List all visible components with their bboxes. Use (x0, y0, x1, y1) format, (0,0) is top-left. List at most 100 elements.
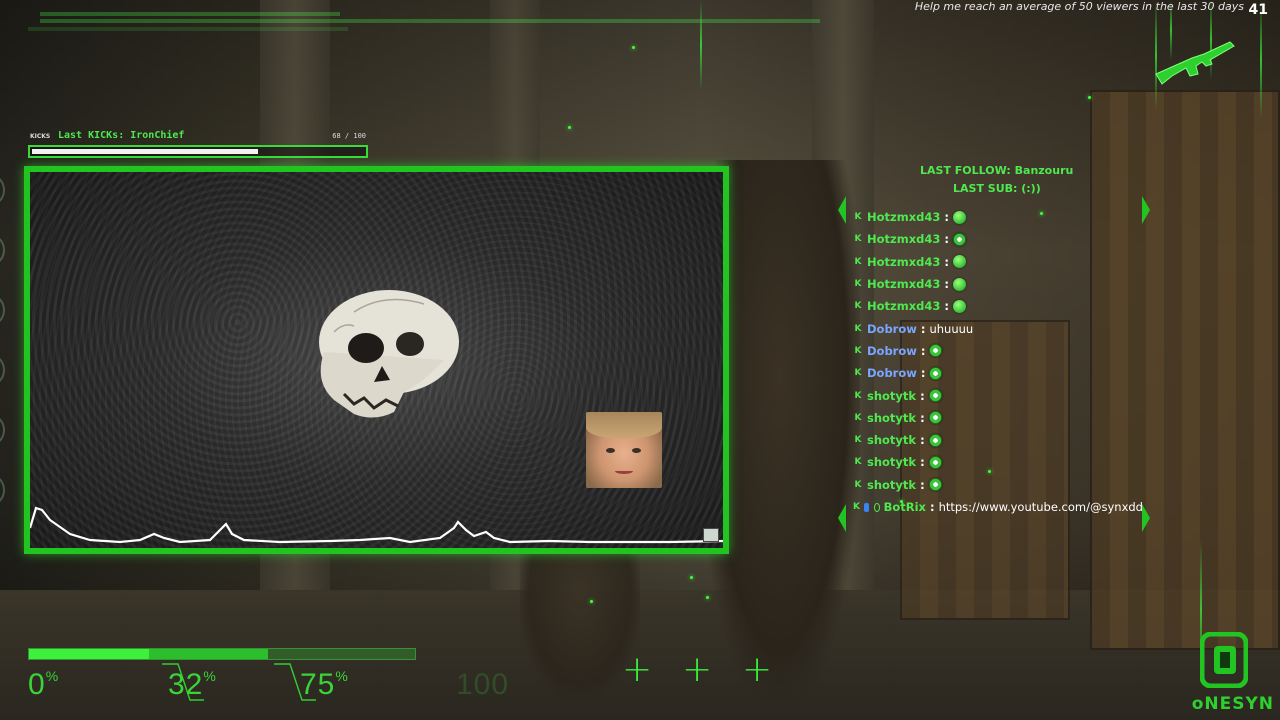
chat-emote-icon (952, 255, 966, 269)
facecam-eye (632, 448, 641, 453)
kick-badge-icon: K (854, 212, 862, 223)
webcam-frame (24, 166, 729, 554)
chat-username[interactable]: Dobrow (867, 322, 917, 336)
chat-message: K BotRix: https://www.youtube.com/@synxdd (853, 496, 1143, 518)
chat-username[interactable]: shotytk (867, 455, 916, 469)
chat-username[interactable]: Hotzmxd43 (867, 299, 940, 313)
kick-badge-icon: K (854, 279, 862, 290)
kick-badge-icon: K (854, 323, 862, 334)
chat-separator: : (920, 321, 926, 336)
decor-code-line (40, 19, 820, 23)
kick-badge-icon: K (854, 479, 862, 490)
chat-username[interactable]: BotRix (884, 500, 926, 514)
audio-waveform (30, 506, 723, 544)
last-follow-label: LAST FOLLOW: Banzouru (920, 164, 1074, 177)
chat-username[interactable]: shotytk (867, 433, 916, 447)
channel-logo-icon (1200, 632, 1248, 688)
stat-value: 75 (300, 668, 336, 701)
chat-emote-icon (952, 299, 966, 313)
decor-particle (690, 576, 693, 579)
kick-badge-icon: K (854, 301, 862, 312)
rifle-icon (1155, 41, 1235, 85)
chat-bracket-left (838, 196, 846, 532)
percent-sign: % (203, 668, 217, 684)
fullscreen-icon[interactable] (703, 528, 719, 542)
stat-value: 32 (168, 668, 204, 701)
decor-particle (1088, 96, 1091, 99)
chat-emote-icon (928, 411, 942, 425)
chat-emote-icon (952, 232, 966, 246)
chat-separator: : (920, 455, 925, 470)
stat-progress-fill-secondary (149, 649, 268, 659)
chat-message: K Hotzmxd43: (853, 273, 1143, 295)
chat-username[interactable]: shotytk (867, 478, 916, 492)
chat-emote-icon (928, 389, 942, 403)
stat-progress-bar (28, 648, 416, 660)
chat-text: uhuuuu (929, 321, 974, 336)
chat-username[interactable]: Hotzmxd43 (867, 277, 940, 291)
kicks-progress-fill (32, 149, 258, 154)
chat-message: K Hotzmxd43: (853, 295, 1143, 317)
kick-badge-icon: K (854, 457, 862, 468)
chat-username[interactable]: Dobrow (867, 344, 917, 358)
chat-message: K Hotzmxd43: (853, 206, 1143, 228)
viewer-goal-text: Help me reach an average of 50 viewers i… (914, 0, 1244, 13)
verified-badge-icon (873, 502, 880, 512)
stat-label-100: 100 (456, 668, 509, 702)
decor-particle (590, 600, 593, 603)
chat-message: Kshotytk: (853, 451, 1143, 473)
chat-message: Kshotytk: (853, 407, 1143, 429)
chat-separator: : (920, 343, 926, 358)
chat-emote-icon (929, 366, 943, 380)
chat-text: https://www.youtube.com/@synxdd (938, 500, 1143, 514)
decor-line (1260, 0, 1262, 120)
chat-emote-icon (928, 433, 942, 447)
chat-separator: : (944, 254, 949, 269)
chat-separator: : (944, 277, 949, 292)
kick-badge-icon: K (854, 256, 862, 267)
plus-icon: + (622, 649, 653, 690)
last-sub-label: LAST SUB: (:)) (953, 182, 1041, 195)
kick-badge-icon: K (853, 502, 860, 512)
decor-line (700, 0, 702, 90)
chat-message: K Dobrow: (853, 362, 1143, 384)
facecam-hair (586, 412, 662, 438)
stat-label-32: 32% (168, 668, 217, 702)
chat-username[interactable]: shotytk (867, 411, 916, 425)
chat-username[interactable]: Hotzmxd43 (867, 232, 940, 246)
viewer-goal-count: 41 (1248, 2, 1268, 18)
kicks-count: 68 / 100 (332, 132, 366, 140)
plus-icon: + (742, 649, 773, 690)
stat-value: 100 (456, 668, 510, 701)
chat-username[interactable]: Hotzmxd43 (867, 255, 940, 269)
bot-badge-icon (863, 502, 869, 512)
chat-username[interactable]: Dobrow (867, 366, 917, 380)
percent-sign: % (45, 668, 60, 684)
kick-badge-icon: K (854, 412, 862, 423)
chat-message: Kshotytk: (853, 384, 1143, 406)
decor-particle (632, 46, 635, 49)
chat-message: Kshotytk: (853, 474, 1143, 496)
chat-emote-icon (928, 455, 942, 469)
decor-code-line (40, 12, 340, 16)
chat-separator: : (920, 410, 925, 425)
chat-separator: : (920, 477, 925, 492)
last-kick-label: Last KICKs: IronChief (58, 130, 185, 141)
kick-badge-icon: K (854, 435, 862, 446)
chat-emote-icon (952, 277, 966, 291)
chat-username[interactable]: Hotzmxd43 (867, 210, 940, 224)
kick-badge-icon: K (854, 234, 862, 245)
kicks-progress-bar (28, 145, 368, 158)
chat-separator: : (929, 500, 935, 514)
decor-code-line (28, 27, 348, 31)
kick-badge-icon: K (854, 368, 862, 379)
chat-separator: : (944, 299, 949, 314)
side-arc-decoration (0, 177, 5, 503)
stat-label-0: 0% (28, 668, 59, 702)
chat-username[interactable]: shotytk (867, 389, 916, 403)
channel-logo-text: oNESYN (1191, 694, 1274, 714)
stat-value: 0 (28, 668, 46, 701)
plus-icon: + (682, 649, 713, 690)
chat-emote-icon (928, 478, 942, 492)
kicks-tag: KICKS (30, 133, 51, 140)
